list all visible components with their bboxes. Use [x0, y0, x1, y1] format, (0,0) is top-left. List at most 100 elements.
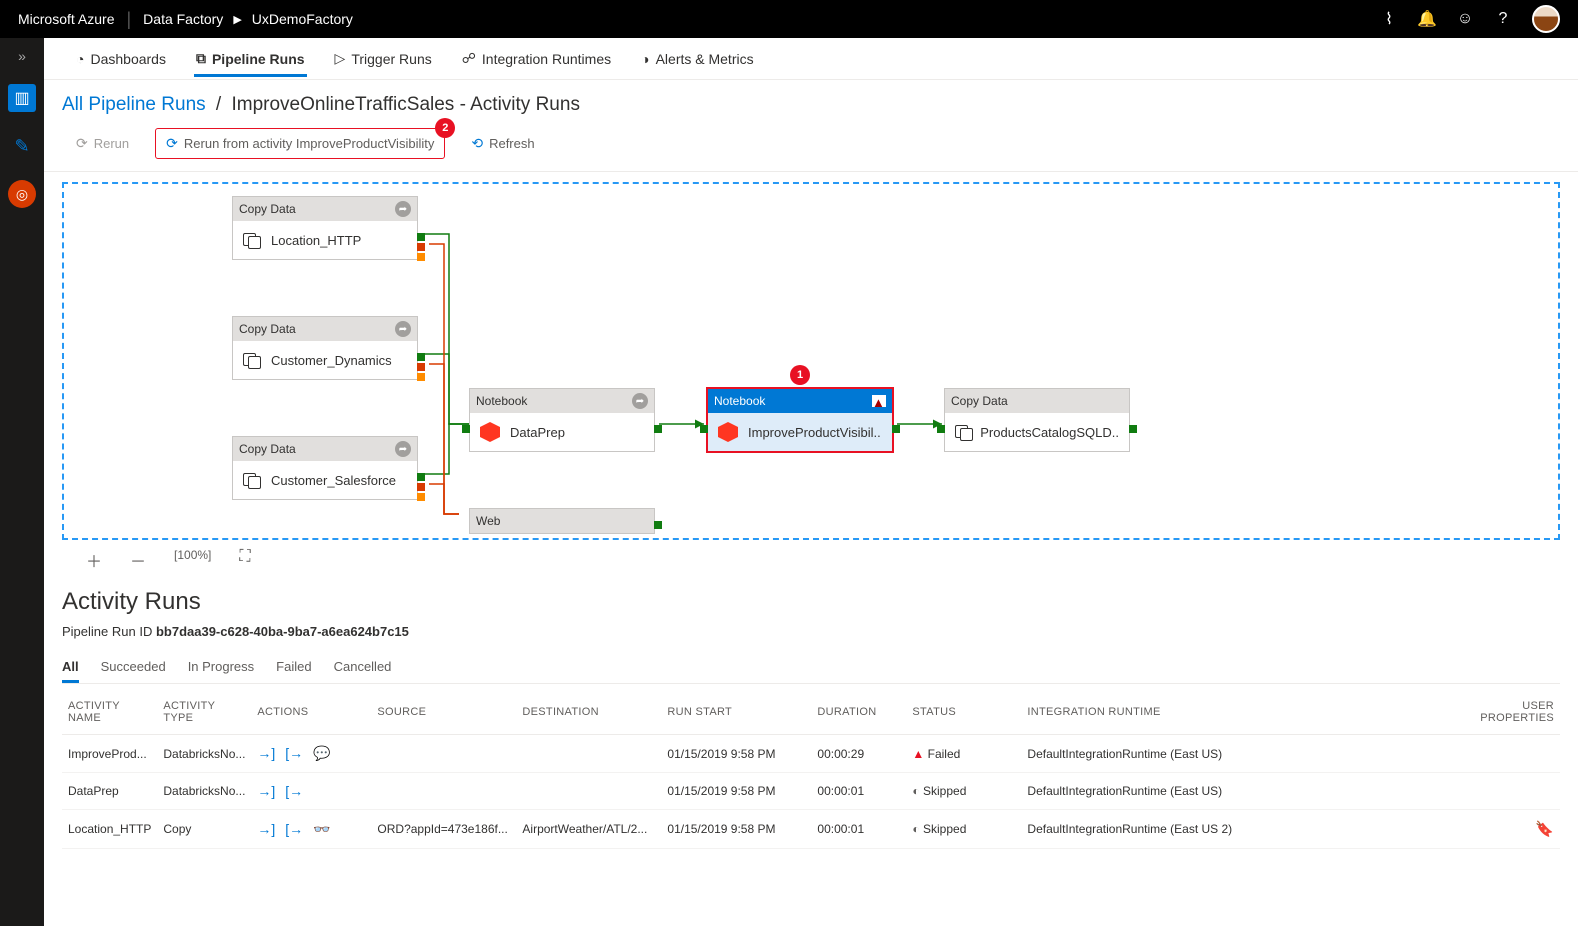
input-icon[interactable]: →] [257, 821, 275, 838]
node-type: Notebook [714, 394, 765, 408]
cell-run-start: 01/15/2019 9:58 PM [661, 773, 811, 810]
filter-all[interactable]: All [62, 653, 79, 683]
col-activity-type[interactable]: Activity Type [157, 690, 251, 735]
refresh-button[interactable]: ⟲Refresh [471, 135, 534, 152]
node-products-catalog[interactable]: Copy Data ProductsCatalogSQLD.. [944, 388, 1130, 452]
rerun-from-activity-button[interactable]: ⟳ Rerun from activity ImproveProductVisi… [155, 128, 445, 159]
table-row[interactable]: DataPrepDatabricksNo...→][→01/15/2019 9:… [62, 773, 1560, 810]
separator: | [126, 9, 131, 30]
cell-activity-type: DatabricksNo... [157, 773, 251, 810]
canvas-toolbar: ＋ － [100%] ⛶ [62, 540, 1560, 580]
fullscreen-icon[interactable]: ⛶ [239, 548, 250, 572]
monitor-icon[interactable]: ▥ [8, 84, 36, 112]
cell-integration-runtime: DefaultIntegrationRuntime (East US 2) [1021, 810, 1450, 849]
help-icon[interactable]: ? [1484, 10, 1522, 28]
breadcrumb: All Pipeline Runs / ImproveOnlineTraffic… [44, 80, 1578, 116]
left-sidebar: » ▥ ✎ ◎ [0, 38, 44, 926]
tab-pipeline-runs[interactable]: ⧉ Pipeline Runs [194, 40, 307, 77]
tab-label: Alerts & Metrics [656, 51, 754, 67]
col-integration-runtime[interactable]: Integration Runtime [1021, 690, 1450, 735]
bookmark-icon[interactable]: 🔖 [1535, 820, 1554, 838]
col-source[interactable]: Source [371, 690, 516, 735]
col-run-start[interactable]: Run Start [661, 690, 811, 735]
nav-tabs: ◔Dashboards ⧉ Pipeline Runs ▷ Trigger Runs… [44, 38, 1578, 80]
node-type: Web [476, 514, 500, 528]
pipeline-icon: ⧉ [196, 50, 206, 67]
col-destination[interactable]: Destination [516, 690, 661, 735]
table-row[interactable]: Location_HTTPCopy→][→👓ORD?appId=473e186f… [62, 810, 1560, 849]
input-icon[interactable]: →] [257, 783, 275, 799]
tab-label: Trigger Runs [351, 51, 431, 67]
share-icon: ➦ [395, 321, 411, 337]
output-icon[interactable]: [→ [285, 745, 303, 762]
zoom-fit-icon[interactable]: [100%] [174, 548, 211, 572]
node-title: ProductsCatalogSQLD.. [980, 425, 1119, 440]
filter-cancelled[interactable]: Cancelled [334, 653, 392, 683]
feedback-icon[interactable]: ☺ [1446, 10, 1484, 28]
tab-label: Pipeline Runs [212, 51, 305, 67]
expand-sidebar-icon[interactable]: » [18, 48, 26, 64]
pipeline-canvas[interactable]: Copy Data➦ Location_HTTP Copy Data➦ Cust… [62, 182, 1560, 540]
cell-duration: 00:00:01 [811, 773, 906, 810]
callout-badge-2: 2 [435, 118, 455, 138]
tab-label: Integration Runtimes [482, 51, 611, 67]
cell-integration-runtime: DefaultIntegrationRuntime (East US) [1021, 773, 1450, 810]
cell-source [371, 735, 516, 773]
cell-source [371, 773, 516, 810]
breadcrumb-root[interactable]: All Pipeline Runs [62, 94, 206, 115]
chat-icon[interactable]: 💬 [313, 745, 330, 762]
rerun-button[interactable]: ⟳Rerun [76, 135, 129, 152]
node-location-http[interactable]: Copy Data➦ Location_HTTP [232, 196, 418, 260]
tab-dashboards[interactable]: ◔Dashboards [74, 41, 168, 77]
factory-label[interactable]: UxDemoFactory [252, 11, 353, 27]
table-row[interactable]: ImproveProd...DatabricksNo...→][→💬01/15/… [62, 735, 1560, 773]
tab-alerts[interactable]: ◑Alerts & Metrics [639, 41, 755, 77]
tab-integration-runtimes[interactable]: ☍Integration Runtimes [460, 40, 613, 77]
node-web[interactable]: Web [469, 508, 655, 534]
avatar[interactable] [1532, 5, 1560, 33]
play-icon: ▷ [335, 50, 346, 67]
run-id-label: Pipeline Run ID [62, 624, 156, 639]
details-icon[interactable]: 👓 [313, 821, 330, 838]
brand-label: Microsoft Azure [18, 11, 114, 27]
output-icon[interactable]: [→ [285, 821, 303, 838]
notifications-icon[interactable]: 🔔 [1408, 9, 1446, 29]
col-duration[interactable]: Duration [811, 690, 906, 735]
cloud-shell-icon[interactable]: ⌇ [1370, 9, 1408, 29]
filter-succeeded[interactable]: Succeeded [101, 653, 166, 683]
cell-source: ORD?appId=473e186f... [371, 810, 516, 849]
tab-label: Dashboards [90, 51, 166, 67]
manage-icon[interactable]: ◎ [8, 180, 36, 208]
filter-in-progress[interactable]: In Progress [188, 653, 254, 683]
database-icon [243, 233, 261, 247]
cell-activity-name: ImproveProd... [62, 735, 157, 773]
col-status[interactable]: Status [906, 690, 1021, 735]
input-icon[interactable]: →] [257, 745, 275, 762]
filter-failed[interactable]: Failed [276, 653, 311, 683]
cell-status: Skipped [906, 810, 1021, 849]
node-dataprep[interactable]: Notebook➦ DataPrep [469, 388, 655, 452]
status-filters: All Succeeded In Progress Failed Cancell… [62, 653, 1560, 684]
rerun-icon: ⟳ [76, 135, 88, 152]
node-customer-salesforce[interactable]: Copy Data➦ Customer_Salesforce [232, 436, 418, 500]
zoom-out-icon[interactable]: － [130, 548, 146, 572]
node-title: Customer_Dynamics [271, 353, 392, 368]
author-icon[interactable]: ✎ [8, 132, 36, 160]
tab-trigger-runs[interactable]: ▷ Trigger Runs [333, 40, 434, 77]
service-label[interactable]: Data Factory [143, 11, 223, 27]
warning-icon: ▲ [872, 395, 886, 407]
col-activity-name[interactable]: Activity Name [62, 690, 157, 735]
col-actions: Actions [251, 690, 371, 735]
cell-activity-name: Location_HTTP [62, 810, 157, 849]
node-improve-product-visibility[interactable]: 1 Notebook▲ ImproveProductVisibil.. [707, 388, 893, 452]
node-title: Customer_Salesforce [271, 473, 396, 488]
cell-user-properties [1450, 735, 1560, 773]
col-user-properties[interactable]: User Properties [1450, 690, 1560, 735]
output-icon[interactable]: [→ [285, 783, 303, 799]
node-type: Notebook [476, 394, 527, 408]
node-customer-dynamics[interactable]: Copy Data➦ Customer_Dynamics [232, 316, 418, 380]
node-type: Copy Data [951, 394, 1008, 408]
refresh-label: Refresh [489, 136, 535, 151]
zoom-in-icon[interactable]: ＋ [86, 548, 102, 572]
callout-badge-1: 1 [790, 365, 810, 385]
